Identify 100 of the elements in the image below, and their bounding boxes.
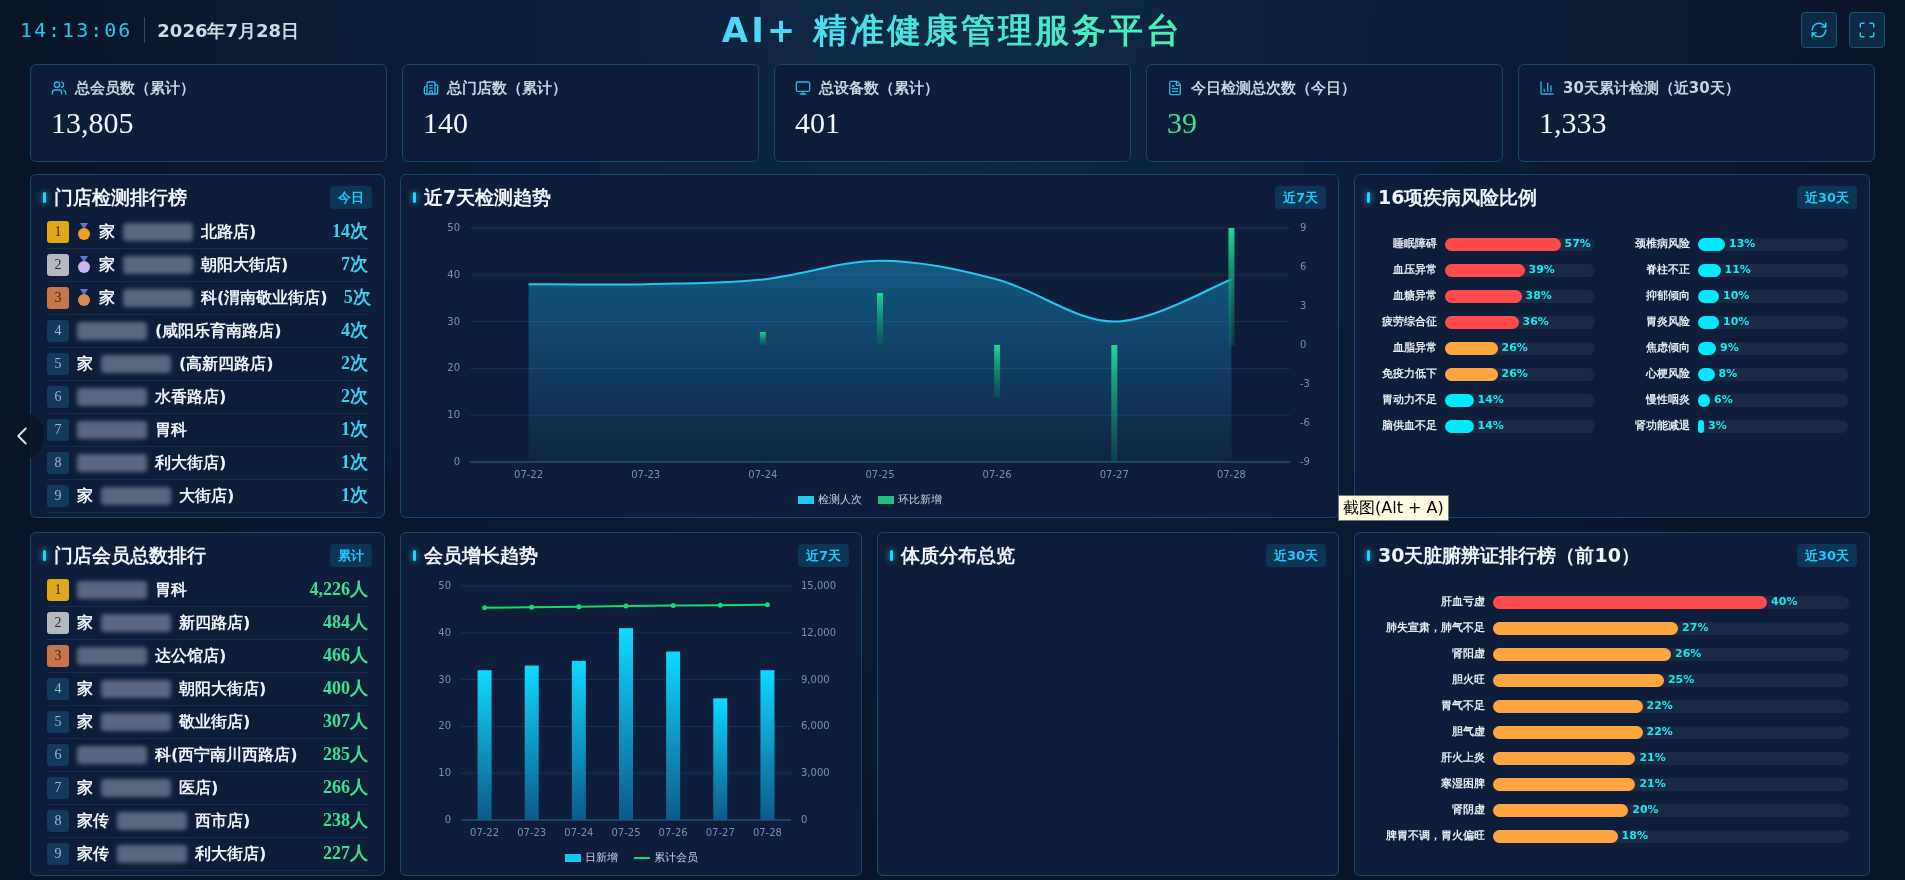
panel-title: 体质分布总览 <box>901 543 1015 568</box>
axis-label: 07-25 <box>864 468 895 480</box>
data-point <box>576 603 582 609</box>
stat-label: 总设备数（累计） <box>819 78 939 99</box>
panel-title: 会员增长趋势 <box>424 543 538 568</box>
count-value: 1次 <box>341 418 368 441</box>
data-point <box>670 602 676 608</box>
store-name: 家 <box>99 253 115 276</box>
percent-value: 22% <box>1646 724 1673 741</box>
bar-label: 颈椎病风险 <box>1634 236 1690 253</box>
redaction-blur <box>101 679 171 698</box>
panel-title: 30天脏腑辨证排行榜（前10） <box>1378 543 1640 568</box>
panel-title: 门店会员总数排行 <box>54 543 206 568</box>
accent-bar <box>890 549 893 561</box>
percent-value: 21% <box>1639 750 1666 767</box>
percent-value: 57% <box>1564 236 1591 253</box>
store-name: 家 <box>77 710 93 733</box>
legend-item: 环比新增 <box>877 491 942 508</box>
panel-title: 近7天检测趋势 <box>424 185 552 210</box>
bar-label: 脾胃不调，胃火偏旺 <box>1385 828 1485 845</box>
period-badge: 今日 <box>330 185 372 209</box>
store-name: 新四路店) <box>179 611 251 634</box>
rank-badge: 3 <box>47 644 69 667</box>
bar-label: 脑供血不足 <box>1381 418 1437 435</box>
legend-item: 检测人次 <box>797 491 862 508</box>
rank-badge: 3 <box>47 286 69 309</box>
legend-item: 日新增 <box>564 849 618 866</box>
store-name: 科(西宁南川西路店) <box>155 743 298 766</box>
axis-label: 50 <box>446 221 460 233</box>
rank-badge: 5 <box>47 710 69 733</box>
redaction-blur <box>77 745 147 764</box>
axis-label: 30 <box>438 673 451 685</box>
axis-label: 10 <box>446 408 460 420</box>
axis-label: 40 <box>446 268 460 280</box>
accent-bar <box>1367 549 1370 561</box>
data-point <box>623 603 629 609</box>
bar-label: 肝火上炎 <box>1440 750 1485 767</box>
rank-badge: 1 <box>47 220 69 243</box>
stat-value: 1,333 <box>1539 107 1608 138</box>
store-name: 利大街店) <box>195 842 267 865</box>
axis-label: -3 <box>1299 377 1310 389</box>
store-name: 敬业街店) <box>179 710 251 733</box>
period-badge: 近30天 <box>1796 543 1857 567</box>
bar-label: 胃炎风险 <box>1645 314 1690 331</box>
accent-bar <box>43 549 46 561</box>
redaction-blur <box>123 288 193 307</box>
bar-label: 心梗风险 <box>1644 366 1690 383</box>
rank-badge: 2 <box>47 611 69 634</box>
period-badge: 累计 <box>330 543 372 567</box>
redaction-blur <box>123 255 193 274</box>
bar <box>993 344 1000 397</box>
period-badge: 近30天 <box>1796 185 1857 209</box>
percent-value: 14% <box>1477 392 1504 409</box>
fullscreen-icon <box>1858 21 1876 39</box>
redaction-blur <box>123 222 193 241</box>
legend-item: 累计会员 <box>633 849 698 866</box>
data-point <box>717 602 723 608</box>
refresh-button[interactable] <box>1801 12 1837 48</box>
axis-label: 9 <box>1299 221 1306 233</box>
percent-value: 3% <box>1708 418 1727 435</box>
percent-value: 20% <box>1632 802 1659 819</box>
building-icon <box>423 80 439 97</box>
count-value: 1次 <box>341 484 368 507</box>
axis-label: 07-26 <box>982 468 1012 480</box>
redaction-blur <box>77 387 147 406</box>
axis-label: -6 <box>1299 416 1310 428</box>
store-name: 家 <box>77 484 93 507</box>
redaction-blur <box>101 778 171 797</box>
bar-label: 胃气不足 <box>1440 698 1485 715</box>
axis-label: 9,000 <box>801 673 830 685</box>
bar-label: 胆气虚 <box>1451 724 1485 741</box>
axis-label: 6,000 <box>801 719 830 731</box>
store-name: 家 <box>99 220 115 243</box>
store-name: 科(渭南敬业街店) <box>201 286 328 309</box>
percent-value: 26% <box>1501 366 1528 383</box>
stat-value: 140 <box>423 107 469 138</box>
bar-label: 胆火旺 <box>1451 672 1485 689</box>
percent-value: 10% <box>1723 314 1750 331</box>
redaction-blur <box>101 354 171 373</box>
fullscreen-button[interactable] <box>1849 12 1885 48</box>
bar-label: 脊柱不正 <box>1645 262 1690 279</box>
store-name: 家传 <box>77 842 109 865</box>
rank-badge: 4 <box>47 319 69 342</box>
percent-value: 6% <box>1714 392 1733 409</box>
percent-value: 26% <box>1501 340 1528 357</box>
bar-label: 血糖异常 <box>1392 288 1437 305</box>
axis-label: 10 <box>438 766 451 778</box>
bar-label: 抑郁倾向 <box>1645 288 1690 305</box>
rank-badge: 7 <box>47 776 69 799</box>
axis-label: 0 <box>444 813 451 825</box>
redaction-blur <box>117 811 187 830</box>
percent-value: 40% <box>1771 594 1798 611</box>
axis-label: 40 <box>438 626 451 638</box>
stat-label: 总门店数（累计） <box>447 78 567 99</box>
count-value: 285人 <box>323 743 368 766</box>
bar-label: 血脂异常 <box>1392 340 1437 357</box>
bar-label: 睡眠障碍 <box>1392 236 1437 253</box>
bar-label: 慢性咽炎 <box>1644 392 1690 409</box>
store-name: 利大街店) <box>155 451 227 474</box>
bar-label: 血压异常 <box>1392 262 1437 279</box>
